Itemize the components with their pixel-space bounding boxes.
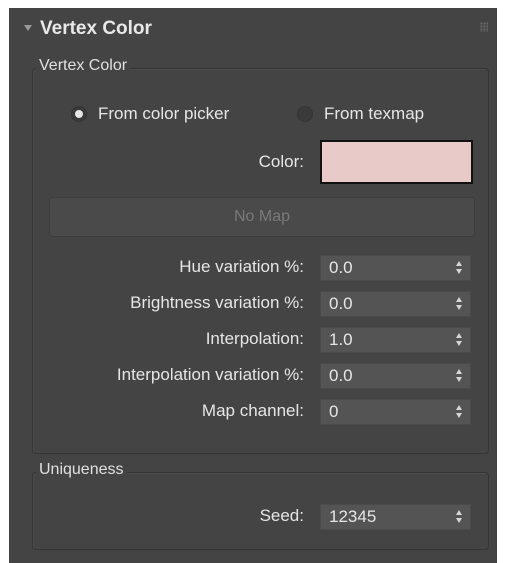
spinner-value[interactable]: 12345 [329, 507, 376, 527]
vertex-color-rollout: Vertex Color Vertex Color From color pic… [9, 8, 497, 563]
group-label-uniqueness: Uniqueness [36, 461, 127, 479]
seed-spinner[interactable]: 12345 [320, 504, 471, 530]
spinner-value[interactable]: 0 [329, 402, 338, 422]
interpolation-variation-spinner[interactable]: 0.0 [320, 363, 471, 389]
spinner-value[interactable]: 0.0 [329, 258, 353, 278]
spinner-arrows-icon[interactable] [455, 261, 463, 275]
radio-from-texmap[interactable]: From texmap [297, 104, 424, 124]
hue-variation-spinner[interactable]: 0.0 [320, 255, 471, 281]
spinner-arrows-icon[interactable] [455, 369, 463, 383]
spinner-value[interactable]: 1.0 [329, 330, 353, 350]
seed-label: Seed: [259, 506, 304, 525]
spinner-arrows-icon[interactable] [455, 297, 463, 311]
color-label: Color: [258, 152, 304, 171]
map-channel-label: Map channel: [201, 401, 304, 420]
brightness-variation-label: Brightness variation %: [130, 293, 304, 312]
group-label-vertex-color: Vertex Color [36, 57, 131, 75]
radio-label: From color picker [98, 104, 230, 123]
interpolation-spinner[interactable]: 1.0 [320, 327, 471, 353]
interpolation-label: Interpolation: [205, 329, 304, 348]
no-map-button[interactable]: No Map [49, 197, 475, 237]
spinner-arrows-icon[interactable] [455, 333, 463, 347]
spinner-value[interactable]: 0.0 [329, 294, 353, 314]
interpolation-variation-label: Interpolation variation %: [116, 365, 304, 384]
map-channel-spinner[interactable]: 0 [320, 399, 471, 425]
radio-checked-icon [71, 106, 87, 122]
drag-grip-icon[interactable] [480, 22, 488, 32]
radio-unchecked-icon [297, 106, 313, 122]
spinner-arrows-icon[interactable] [455, 510, 463, 524]
brightness-variation-spinner[interactable]: 0.0 [320, 291, 471, 317]
collapse-arrow-icon[interactable] [24, 25, 32, 31]
hue-variation-label: Hue variation %: [179, 257, 304, 276]
spinner-value[interactable]: 0.0 [329, 366, 353, 386]
rollout-header[interactable]: Vertex Color [9, 8, 497, 48]
spinner-arrows-icon[interactable] [455, 405, 463, 419]
rollout-title: Vertex Color [40, 18, 152, 39]
radio-from-color-picker[interactable]: From color picker [71, 104, 229, 124]
color-swatch[interactable] [320, 140, 473, 184]
radio-label: From texmap [324, 104, 425, 123]
